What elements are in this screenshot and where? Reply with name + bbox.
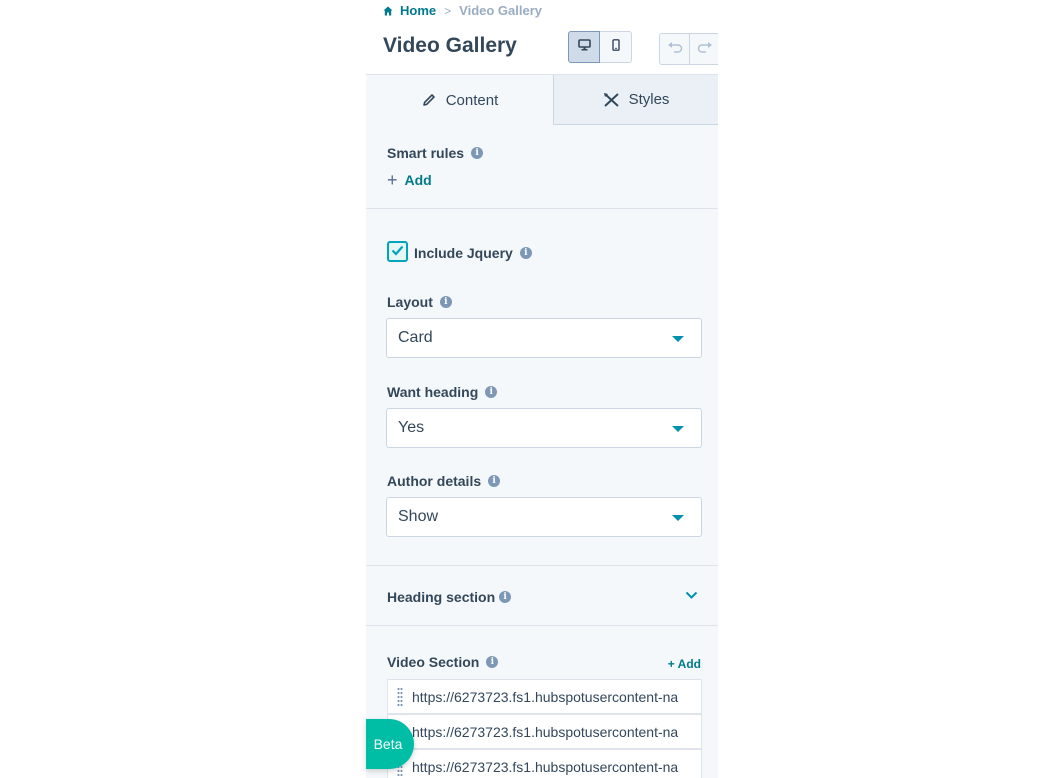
mobile-icon	[611, 38, 620, 56]
tab-styles[interactable]: Styles	[553, 75, 718, 125]
info-icon[interactable]: i	[488, 475, 501, 487]
smart-rules-add-label: Add	[404, 172, 432, 188]
info-icon[interactable]: i	[499, 591, 512, 603]
author-details-text: Author details	[387, 473, 482, 489]
undo-icon	[667, 40, 683, 58]
breadcrumb: Home > Video Gallery	[383, 3, 542, 18]
heading-section-toggle[interactable]: Heading section i	[387, 587, 698, 607]
home-icon	[383, 6, 393, 16]
pencil-icon	[421, 92, 437, 108]
tab-content[interactable]: Content	[366, 75, 553, 125]
mobile-view-button[interactable]	[600, 31, 632, 63]
video-url: https://6273723.fs1.hubspotusercontent-n…	[412, 688, 679, 705]
chevron-down-icon[interactable]	[685, 591, 698, 600]
breadcrumb-current: Video Gallery	[459, 3, 542, 18]
layout-select[interactable]: Card	[386, 318, 702, 358]
tab-styles-label: Styles	[628, 91, 670, 108]
sidebar-tabs: Content Styles	[366, 75, 718, 125]
divider	[366, 565, 718, 566]
drag-handle-icon[interactable]	[388, 687, 412, 707]
want-heading-select[interactable]: Yes	[386, 408, 702, 448]
want-heading-value: Yes	[398, 419, 425, 436]
chevron-down-icon	[672, 515, 684, 521]
author-details-value: Show	[398, 508, 439, 525]
beta-feedback-button[interactable]: Beta	[366, 719, 414, 769]
chevron-down-icon	[672, 426, 684, 432]
device-preview-toggle	[568, 31, 632, 63]
desktop-view-button[interactable]	[568, 31, 600, 63]
heading-section-text: Heading section	[387, 589, 496, 605]
smart-rules-text: Smart rules	[387, 145, 465, 161]
smart-rules-add-button[interactable]: + Add	[387, 170, 432, 190]
redo-icon	[697, 40, 713, 58]
breadcrumb-separator: >	[444, 3, 452, 18]
info-icon[interactable]: i	[519, 247, 532, 259]
tab-content-label: Content	[445, 91, 499, 109]
undo-button[interactable]	[659, 33, 690, 65]
author-details-label: Author details i	[387, 473, 501, 489]
smart-rules-label: Smart rules i	[387, 145, 484, 161]
video-list-item[interactable]: https://6273723.fs1.hubspotusercontent-n…	[387, 679, 702, 714]
breadcrumb-home-link[interactable]: Home	[400, 3, 436, 18]
want-heading-label: Want heading i	[387, 384, 498, 400]
content-panel: Smart rules i + Add Include Jquery i Lay…	[366, 125, 718, 778]
video-url: https://6273723.fs1.hubspotusercontent-n…	[412, 758, 679, 775]
info-icon[interactable]: i	[439, 296, 452, 308]
video-section-text: Video Section	[387, 654, 480, 670]
info-icon[interactable]: i	[471, 147, 484, 159]
chevron-down-icon	[672, 336, 684, 342]
author-details-select[interactable]: Show	[386, 497, 702, 537]
layout-label: Layout i	[387, 294, 452, 310]
want-heading-text: Want heading	[387, 384, 479, 400]
video-url: https://6273723.fs1.hubspotusercontent-n…	[412, 723, 679, 740]
include-jquery-label: Include Jquery i	[414, 245, 532, 261]
checkmark-icon	[391, 243, 404, 261]
page-title: Video Gallery	[383, 34, 517, 57]
styles-icon	[603, 92, 620, 108]
layout-value: Card	[398, 329, 433, 346]
info-icon[interactable]: i	[485, 386, 498, 398]
include-jquery-text: Include Jquery	[414, 245, 513, 261]
video-list-item[interactable]: https://6273723.fs1.hubspotusercontent-n…	[387, 714, 702, 749]
divider	[366, 625, 718, 626]
plus-icon: +	[387, 170, 398, 190]
video-section-label: Video Section i	[387, 654, 499, 670]
layout-text: Layout	[387, 294, 433, 310]
include-jquery-checkbox[interactable]	[387, 241, 408, 262]
editor-sidebar: Home > Video Gallery Video Gallery Conte…	[366, 0, 718, 778]
sidebar-header: Home > Video Gallery Video Gallery	[366, 0, 718, 75]
info-icon[interactable]: i	[486, 656, 499, 668]
redo-button[interactable]	[690, 33, 718, 65]
desktop-icon	[577, 38, 591, 56]
history-controls	[659, 33, 718, 65]
video-list-item[interactable]: https://6273723.fs1.hubspotusercontent-n…	[387, 749, 702, 778]
video-section-add-button[interactable]: + Add	[668, 657, 701, 671]
divider	[366, 208, 718, 209]
